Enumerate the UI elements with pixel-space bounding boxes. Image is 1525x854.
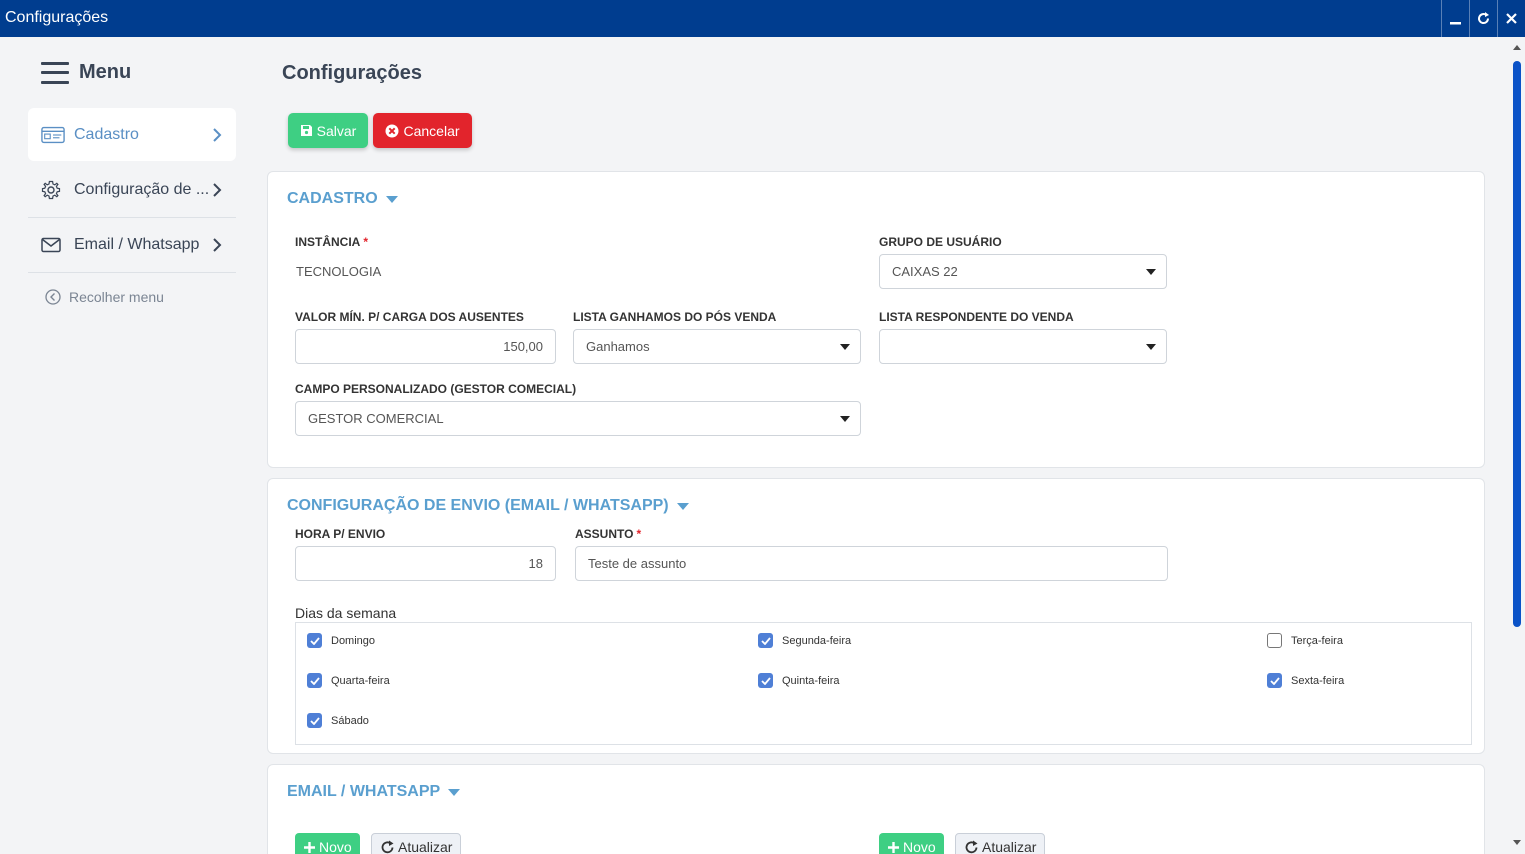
close-icon bbox=[1506, 13, 1517, 24]
checkbox-sexta[interactable]: Sexta-feira bbox=[1267, 673, 1344, 688]
save-button[interactable]: Salvar bbox=[288, 113, 368, 148]
sidebar-item-label: Cadastro bbox=[74, 125, 139, 143]
window-title: Configurações bbox=[5, 9, 109, 26]
cadastro-section-toggle[interactable]: CADASTRO bbox=[287, 190, 398, 208]
minimize-icon bbox=[1450, 22, 1461, 25]
checkbox-quarta[interactable]: Quarta-feira bbox=[307, 673, 390, 688]
email-whatsapp-section-toggle[interactable]: EMAIL / WHATSAPP bbox=[287, 783, 461, 801]
envelope-icon bbox=[41, 235, 65, 255]
lista-respondente-select[interactable] bbox=[879, 329, 1167, 364]
novo-button[interactable]: Novo bbox=[295, 833, 360, 854]
page-title: Configurações bbox=[282, 62, 423, 84]
dropdown-arrow-icon bbox=[1146, 268, 1156, 275]
dias-semana-label: Dias da semana bbox=[295, 605, 397, 621]
chevron-right-icon bbox=[212, 127, 224, 142]
window-titlebar: Configurações bbox=[0, 0, 1525, 37]
caret-down-icon bbox=[385, 195, 398, 203]
checkbox-domingo[interactable]: Domingo bbox=[307, 633, 375, 648]
envio-section-toggle[interactable]: CONFIGURAÇÃO DE ENVIO (EMAIL / WHATSAPP) bbox=[287, 497, 689, 515]
hamburger-icon bbox=[41, 61, 69, 84]
sidebar: Menu Cadastro Configuração de ... Email … bbox=[0, 37, 250, 854]
checkbox-checked-icon bbox=[307, 673, 322, 688]
envio-section: CONFIGURAÇÃO DE ENVIO (EMAIL / WHATSAPP)… bbox=[267, 478, 1485, 754]
checkbox-checked-icon bbox=[758, 633, 773, 648]
scroll-down-icon[interactable] bbox=[1513, 840, 1521, 845]
caret-down-icon bbox=[448, 788, 461, 796]
collapse-menu-label: Recolher menu bbox=[69, 289, 164, 305]
email-whatsapp-section: EMAIL / WHATSAPP Novo Atualizar Novo Atu… bbox=[267, 764, 1485, 854]
floppy-disk-icon bbox=[300, 125, 312, 136]
chevron-right-icon bbox=[212, 237, 224, 252]
lista-ganhamos-label: LISTA GANHAMOS DO PÓS VENDA bbox=[573, 310, 777, 324]
cancel-label: Cancelar bbox=[403, 122, 460, 139]
checkbox-checked-icon bbox=[307, 713, 322, 728]
refresh-window-button[interactable] bbox=[1469, 0, 1497, 37]
menu-label: Menu bbox=[79, 61, 132, 83]
checkbox-unchecked-icon bbox=[1267, 633, 1282, 648]
valor-min-input[interactable]: 150,00 bbox=[295, 329, 556, 364]
novo-button[interactable]: Novo bbox=[879, 833, 944, 854]
checkbox-terca[interactable]: Terça-feira bbox=[1267, 633, 1343, 648]
gear-icon bbox=[41, 180, 65, 200]
atualizar-button[interactable]: Atualizar bbox=[955, 833, 1046, 854]
grupo-usuario-select[interactable]: CAIXAS 22 bbox=[879, 254, 1167, 289]
scrollbar-thumb[interactable] bbox=[1513, 61, 1521, 627]
atualizar-button[interactable]: Atualizar bbox=[371, 833, 462, 854]
cancel-button[interactable]: Cancelar bbox=[373, 113, 472, 148]
sidebar-item-label: Configuração de ... bbox=[74, 180, 210, 198]
menu-toggle[interactable]: Menu bbox=[41, 61, 131, 84]
checkbox-checked-icon bbox=[307, 633, 322, 648]
checkbox-segunda[interactable]: Segunda-feira bbox=[758, 633, 851, 648]
sidebar-item-cadastro[interactable]: Cadastro bbox=[28, 108, 236, 161]
hora-envio-label: HORA P/ ENVIO bbox=[295, 527, 386, 541]
chevron-left-circle-icon bbox=[45, 289, 61, 305]
vertical-scrollbar[interactable] bbox=[1510, 37, 1525, 854]
instancia-label: INSTÂNCIA * bbox=[295, 235, 369, 249]
instancia-value: TECNOLOGIA bbox=[296, 264, 382, 279]
sidebar-item-configuracao[interactable]: Configuração de ... bbox=[28, 163, 236, 216]
checkbox-checked-icon bbox=[758, 673, 773, 688]
campo-personalizado-select[interactable]: GESTOR COMERCIAL bbox=[295, 401, 861, 436]
section-title: CADASTRO bbox=[287, 190, 378, 207]
refresh-icon bbox=[965, 840, 978, 853]
checkbox-checked-icon bbox=[1267, 673, 1282, 688]
id-card-icon bbox=[41, 125, 65, 145]
dropdown-arrow-icon bbox=[840, 343, 850, 350]
plus-icon bbox=[888, 841, 899, 853]
dias-semana-group: Domingo Segunda-feira Terça-feira Quarta… bbox=[295, 622, 1472, 745]
minimize-button[interactable] bbox=[1441, 0, 1469, 37]
scroll-up-icon[interactable] bbox=[1513, 45, 1521, 50]
dropdown-arrow-icon bbox=[840, 415, 850, 422]
plus-icon bbox=[304, 841, 315, 853]
caret-down-icon bbox=[676, 502, 689, 510]
close-circle-icon bbox=[385, 124, 399, 137]
sidebar-item-email-whatsapp[interactable]: Email / Whatsapp bbox=[28, 218, 236, 271]
close-button[interactable] bbox=[1497, 0, 1525, 37]
divider bbox=[28, 272, 236, 273]
chevron-right-icon bbox=[212, 182, 224, 197]
campo-personalizado-label: CAMPO PERSONALIZADO (GESTOR COMECIAL) bbox=[295, 382, 577, 396]
valor-min-label: VALOR MÍN. P/ CARGA DOS AUSENTES bbox=[295, 310, 524, 324]
dropdown-arrow-icon bbox=[1146, 343, 1156, 350]
assunto-label: ASSUNTO * bbox=[575, 527, 642, 541]
hora-envio-input[interactable]: 18 bbox=[295, 546, 556, 581]
checkbox-quinta[interactable]: Quinta-feira bbox=[758, 673, 839, 688]
refresh-icon bbox=[381, 840, 394, 853]
save-label: Salvar bbox=[316, 122, 357, 139]
section-title: CONFIGURAÇÃO DE ENVIO (EMAIL / WHATSAPP) bbox=[287, 497, 669, 514]
lista-respondente-label: LISTA RESPONDENTE DO VENDA bbox=[879, 310, 1074, 324]
assunto-input[interactable]: Teste de assunto bbox=[575, 546, 1168, 581]
sidebar-item-label: Email / Whatsapp bbox=[74, 235, 200, 253]
lista-ganhamos-select[interactable]: Ganhamos bbox=[573, 329, 861, 364]
section-title: EMAIL / WHATSAPP bbox=[287, 783, 441, 800]
grupo-usuario-label: GRUPO DE USUÁRIO bbox=[879, 235, 1002, 249]
cadastro-section: CADASTRO INSTÂNCIA * TECNOLOGIA GRUPO DE … bbox=[267, 171, 1485, 468]
collapse-menu-button[interactable]: Recolher menu bbox=[45, 289, 164, 305]
refresh-icon bbox=[1478, 12, 1490, 25]
checkbox-sabado[interactable]: Sábado bbox=[307, 713, 369, 728]
